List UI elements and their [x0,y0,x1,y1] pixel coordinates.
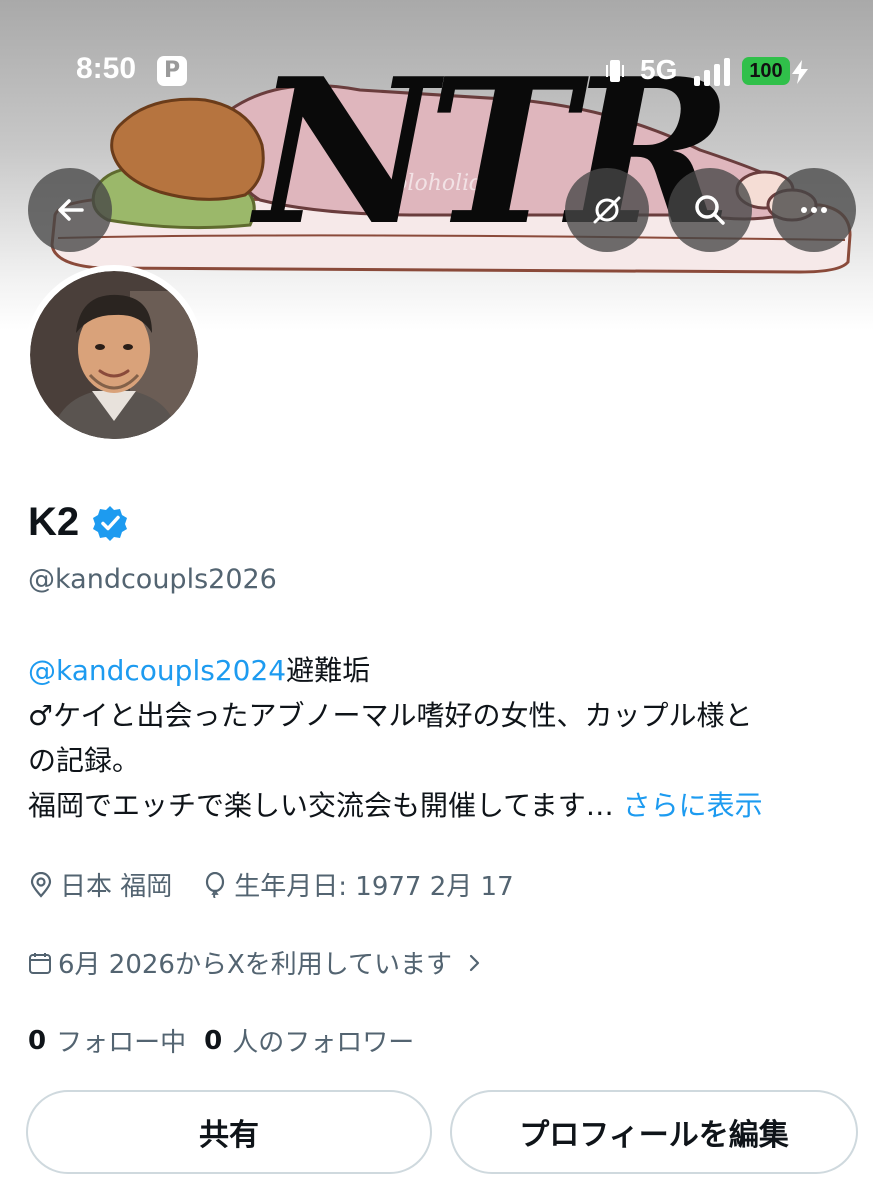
verified-badge-icon[interactable] [91,504,129,542]
edit-profile-button[interactable]: プロフィールを編集 [450,1090,858,1174]
battery-indicator: 100 [742,57,790,85]
calendar-icon [29,952,51,974]
bio-text: 福岡でエッチで楽しい交流会も開催してます… [28,789,614,822]
status-time: 8:50 [76,52,137,85]
grok-icon [593,196,621,224]
joined-text: 6月 2026からXを利用しています [58,950,453,980]
grok-button[interactable] [565,168,649,252]
handle: @kandcoupls2026 [28,564,277,595]
profile-bio: @kandcoupls2024避難垢 ♂ケイと出会ったアブノーマル嗜好の女性、カ… [28,648,858,828]
followers-label[interactable]: 人のフォロワー [232,1022,414,1059]
arrow-left-icon [58,199,84,221]
paypay-icon: P [157,56,187,86]
following-label[interactable]: フォロー中 [56,1022,186,1059]
search-button[interactable] [668,168,752,252]
vibrate-icon [606,60,624,82]
joined-date[interactable]: 6月 2026からXを利用しています [28,944,492,981]
search-icon [695,195,725,225]
bio-line-1: @kandcoupls2024避難垢 [28,648,858,693]
location: 日本 福岡 [28,866,172,903]
bio-line-3: の記録。 [28,744,141,777]
display-name: K2 [28,500,80,544]
network-type: 5G [640,54,678,85]
balloon-icon [206,871,225,898]
birthday-text: 生年月日: 1977 2月 17 [234,872,514,902]
bio-mention-link[interactable]: @kandcoupls2024 [28,654,286,687]
following-count[interactable]: 0 [28,1026,46,1056]
avatar-photo [30,271,198,439]
avatar[interactable] [24,265,204,445]
charging-bolt-icon [792,60,808,84]
share-button[interactable]: 共有 [26,1090,432,1174]
profile-meta: 日本 福岡 生年月日: 1977 2月 17 [28,866,544,903]
bio-line-4: 福岡でエッチで楽しい交流会も開催してます… さらに表示 [28,783,858,828]
birthday: 生年月日: 1977 2月 17 [202,866,514,903]
bio-text: 避難垢 [286,654,371,687]
location-pin-icon [30,871,52,898]
follow-stats: 0 フォロー中 0 人のフォロワー [28,1022,432,1059]
show-more-link[interactable]: さらに表示 [623,789,763,822]
signal-strength-icon [694,58,730,86]
bio-line-2: ♂ケイと出会ったアブノーマル嗜好の女性、カップル様と [28,699,753,732]
followers-count[interactable]: 0 [204,1026,222,1056]
more-icon [801,207,827,213]
more-button[interactable] [772,168,856,252]
status-bar: 8:50 P 5G 100 [0,0,873,130]
back-button[interactable] [28,168,112,252]
name-row: K2 [28,500,129,545]
location-text: 日本 福岡 [60,872,173,902]
chevron-right-icon [469,954,480,971]
